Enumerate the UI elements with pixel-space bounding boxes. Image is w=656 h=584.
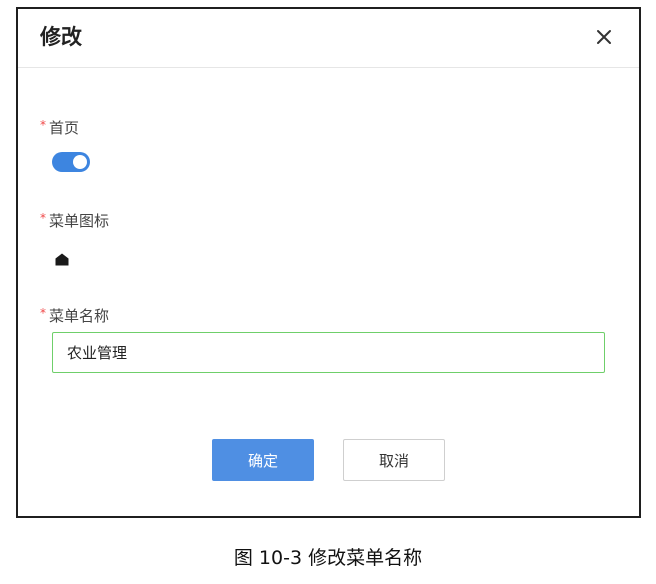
- home-icon: [55, 253, 69, 266]
- close-icon: [597, 30, 611, 44]
- menu-icon-label: * 菜单图标: [40, 208, 109, 231]
- homepage-label-text: 首页: [49, 119, 80, 137]
- menu-name-label-text: 菜单名称: [49, 307, 110, 325]
- menu-name-label: * 菜单名称: [40, 303, 109, 326]
- dialog-title: 修改: [40, 25, 82, 49]
- figure-caption: 图 10-3 修改菜单名称: [233, 547, 423, 569]
- menu-icon-selector[interactable]: [55, 251, 69, 266]
- menu-name-input[interactable]: [52, 332, 605, 373]
- confirm-button[interactable]: 确定: [212, 439, 314, 481]
- dialog-header: 修改: [18, 9, 639, 68]
- required-mark: *: [40, 306, 46, 320]
- edit-dialog: 修改 *首页 *菜单图标 *菜单名称 确定 取消: [16, 7, 641, 518]
- homepage-toggle[interactable]: [52, 152, 90, 172]
- cancel-button[interactable]: 取消: [343, 439, 445, 481]
- page: 修改 *首页 *菜单图标 *菜单名称 确定 取消 图 10-3 修改菜单名称: [0, 0, 656, 584]
- close-button[interactable]: [590, 23, 618, 51]
- required-mark: *: [40, 118, 46, 132]
- menu-icon-label-text: 菜单图标: [49, 212, 110, 230]
- homepage-label: * 首页: [40, 115, 79, 138]
- toggle-knob: [73, 155, 87, 169]
- required-mark: *: [40, 211, 46, 225]
